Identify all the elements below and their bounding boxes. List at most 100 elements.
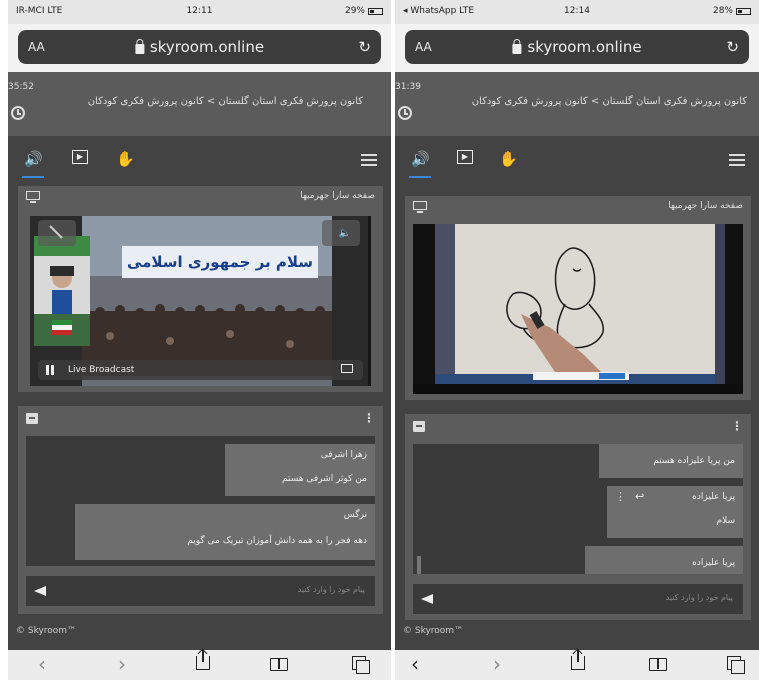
message-text: سلام <box>716 516 735 526</box>
carrier-label: ◂ WhatsApp LTE <box>403 6 475 16</box>
message-sender: نرگس <box>343 510 367 520</box>
menu-icon[interactable] <box>361 154 377 166</box>
room-header: 35:52 کانون پرورش فکری استان گلستان > کا… <box>8 72 391 136</box>
chat-message: پریا علیزاده <box>585 546 743 574</box>
chat-panel: ⋮ من پریا علیزاده هستم ⋮ ↩ پریا علیزاده … <box>405 414 751 620</box>
message-text: من کوثر اشرفی هستم <box>282 474 367 484</box>
panel-header: صفحه سارا جهرمیها <box>18 186 383 208</box>
battery-status: 28% <box>713 6 751 16</box>
airplay-icon[interactable] <box>341 364 353 373</box>
url-text: skyroom.online <box>149 38 265 56</box>
room-toolbar: 🔊 ▶ ✋ <box>8 136 391 186</box>
video-player[interactable]: سلام بر جمهوری اسلامی 🔈 Live Broadcast <box>30 216 371 386</box>
monitor-icon[interactable] <box>413 201 427 213</box>
reader-aa-button[interactable]: AA <box>415 40 432 54</box>
tabs-icon[interactable] <box>352 656 370 674</box>
footer-copyright: © Skyroom™ <box>403 626 464 636</box>
message-sender: پریا علیزاده <box>692 492 735 502</box>
battery-status: 29% <box>345 6 383 16</box>
status-bar: ◂ WhatsApp LTE 12:14 28% <box>395 0 759 24</box>
url-bar[interactable]: AA skyroom.online ↻ <box>405 30 749 64</box>
share-icon[interactable] <box>196 650 210 670</box>
phone-screen-left: IR-MCI LTE 12:11 29% AA skyroom.online ↻… <box>8 0 391 680</box>
clock-icon <box>11 106 25 120</box>
reader-aa-button[interactable]: AA <box>28 40 45 54</box>
chat-messages[interactable]: زهرا اشرفی من کوثر اشرفی هستم نرگس دهه ف… <box>26 436 375 566</box>
reload-icon[interactable]: ↻ <box>358 38 371 56</box>
message-sender: پریا علیزاده <box>692 558 735 568</box>
url-field[interactable]: skyroom.online <box>134 38 265 56</box>
menu-icon[interactable] <box>729 154 745 166</box>
lock-icon <box>512 38 522 54</box>
monitor-icon[interactable] <box>26 191 40 203</box>
chat-placeholder: پیام خود را وارد کنید <box>665 593 733 602</box>
message-text: دهه فجر را به همه دانش آموزان تبریک می گ… <box>187 536 367 546</box>
battery-percent: 29% <box>344 6 365 16</box>
tabs-icon[interactable] <box>727 656 745 674</box>
chat-scrollbar[interactable] <box>417 556 421 574</box>
reply-icon[interactable]: ↩ <box>635 490 644 503</box>
chat-message: من پریا علیزاده هستم <box>599 444 743 478</box>
chat-placeholder: پیام خود را وارد کنید <box>297 585 365 594</box>
forward-icon[interactable]: › <box>493 653 501 675</box>
forward-icon[interactable]: › <box>118 653 126 675</box>
play-media-icon[interactable]: ▶ <box>457 150 473 164</box>
pause-icon[interactable] <box>46 365 54 375</box>
protest-banner: سلام بر جمهوری اسلامی <box>122 246 318 278</box>
url-bar[interactable]: AA skyroom.online ↻ <box>18 30 381 64</box>
breadcrumb[interactable]: کانون پرورش فکری استان گلستان > کانون پر… <box>472 96 747 107</box>
send-icon[interactable] <box>34 586 46 596</box>
reload-icon[interactable]: ↻ <box>726 38 739 56</box>
room-header: 31:39 کانون پرورش فکری استان گلستان > کا… <box>395 72 759 136</box>
phone-screen-right: ◂ WhatsApp LTE 12:14 28% AA skyroom.onli… <box>395 0 759 680</box>
chat-message: ⋮ ↩ پریا علیزاده سلام <box>607 486 743 538</box>
url-field[interactable]: skyroom.online <box>512 38 642 56</box>
raise-hand-icon[interactable]: ✋ <box>116 150 135 168</box>
panel-header: صفحه سارا جهرمیها <box>405 196 751 218</box>
safari-toolbar: ‹ › <box>8 650 391 680</box>
video-panel: صفحه سارا جهرمیها <box>18 186 383 392</box>
send-icon[interactable] <box>421 594 433 604</box>
url-text: skyroom.online <box>527 38 642 56</box>
breadcrumb[interactable]: کانون پرورش فکری استان گلستان > کانون پر… <box>88 96 363 107</box>
bookmarks-icon[interactable] <box>270 658 288 671</box>
message-sender: زهرا اشرفی <box>320 450 367 460</box>
footer-copyright: © Skyroom™ <box>16 626 77 636</box>
video-player[interactable] <box>413 224 743 394</box>
chat-icon <box>413 421 425 432</box>
session-timer: 31:39 <box>395 82 421 92</box>
live-broadcast-bar[interactable]: Live Broadcast <box>38 360 363 380</box>
chat-message: زهرا اشرفی من کوثر اشرفی هستم <box>225 444 375 496</box>
share-icon[interactable] <box>571 650 585 670</box>
status-time: 12:14 <box>564 6 590 16</box>
safari-toolbar: ‹ › <box>395 650 759 680</box>
play-media-icon[interactable]: ▶ <box>72 150 88 164</box>
raise-hand-icon[interactable]: ✋ <box>499 150 518 168</box>
panel-title: صفحه سارا جهرمیها <box>668 201 743 211</box>
status-time: 12:11 <box>186 6 213 16</box>
chat-icon <box>26 413 38 424</box>
volume-icon[interactable]: 🔈 <box>339 228 351 239</box>
video-frame <box>413 224 743 394</box>
chat-messages[interactable]: من پریا علیزاده هستم ⋮ ↩ پریا علیزاده سل… <box>413 444 743 574</box>
room-app: 🔊 ▶ ✋ صفحه سارا جهرمیها <box>8 136 391 650</box>
more-options-icon[interactable]: ⋮ <box>731 419 743 433</box>
live-label: Live Broadcast <box>68 365 135 375</box>
active-tab-indicator <box>409 176 431 178</box>
more-options-icon[interactable]: ⋮ <box>363 411 375 425</box>
battery-icon <box>736 7 751 15</box>
bookmarks-icon[interactable] <box>649 658 667 671</box>
chat-input[interactable]: پیام خود را وارد کنید <box>413 584 743 614</box>
speaker-icon[interactable]: 🔊 <box>411 150 430 168</box>
back-icon[interactable]: ‹ <box>38 653 46 675</box>
active-tab-indicator <box>22 176 44 178</box>
back-icon[interactable]: ‹ <box>411 653 419 675</box>
carrier-label: IR-MCI LTE <box>16 6 63 16</box>
clock-icon <box>398 106 412 120</box>
speaker-icon[interactable]: 🔊 <box>24 150 43 168</box>
message-options-icon[interactable]: ⋮ <box>615 490 626 503</box>
chat-header: ⋮ <box>18 406 383 428</box>
chat-input[interactable]: پیام خود را وارد کنید <box>26 576 375 606</box>
panel-title: صفحه سارا جهرمیها <box>300 191 375 201</box>
room-toolbar: 🔊 ▶ ✋ <box>395 136 759 186</box>
